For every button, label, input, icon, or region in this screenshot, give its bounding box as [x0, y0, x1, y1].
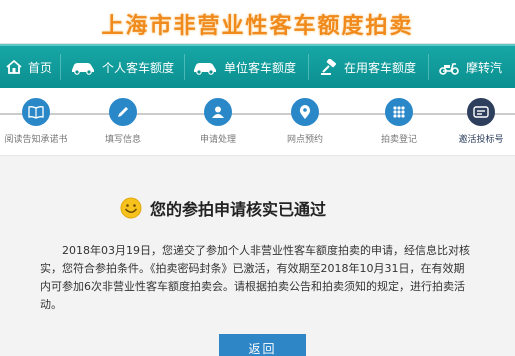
progress-steps: 阅读告知承诺书 填写信息 申请处理 网点预约 拍卖登记 邀活投标号 [0, 88, 515, 156]
pencil-icon [118, 107, 128, 117]
site-header: 上海市非营业性客车额度拍卖 [0, 0, 515, 44]
nav-label: 个人客车额度 [102, 60, 175, 75]
nav-item-company-quota[interactable]: 单位客车额度 [192, 46, 296, 88]
nav-label: 摩转汽 [466, 60, 503, 75]
car-icon [194, 63, 216, 75]
nav-item-home[interactable]: 首页 [6, 46, 52, 88]
step-read-notice: 阅读告知承诺书 [1, 98, 71, 145]
step-label: 阅读告知承诺书 [4, 135, 68, 145]
step-apply-process: 申请处理 [183, 98, 253, 145]
step-label: 申请处理 [199, 135, 236, 145]
step-label: 网点预约 [286, 135, 323, 145]
scooter-icon [439, 63, 459, 75]
back-button[interactable]: 返回 [219, 334, 306, 356]
car-icon [72, 63, 94, 75]
nav-item-personal-quota[interactable]: 个人客车额度 [70, 46, 174, 88]
step-activate-bid: 邀活投标号 [446, 98, 515, 145]
main-nav: 首页 个人客车额度 单位客车额度 在用客车额度 摩转汽 [0, 44, 515, 88]
step-label: 邀活投标号 [458, 135, 504, 145]
progress-line [0, 113, 515, 115]
step-appointment: 网点预约 [270, 98, 340, 145]
nav-divider [184, 54, 185, 80]
location-pin-icon [299, 104, 311, 119]
nav-label: 首页 [28, 60, 53, 75]
user-icon [212, 106, 224, 118]
result-message: 2018年03月19日，您递交了参加个人非营业性客车额度拍卖的申请，经信息比对核… [40, 244, 470, 311]
step-fill-info: 填写信息 [88, 98, 158, 145]
nav-label: 单位客车额度 [224, 60, 297, 75]
nav-divider [308, 54, 309, 80]
result-header: 您的参拍申请核实已通过 [120, 196, 326, 220]
step-label: 拍卖登记 [380, 135, 417, 145]
bid-card-icon [473, 106, 489, 118]
result-title: 您的参拍申请核实已通过 [150, 200, 327, 219]
result-panel: 您的参拍申请核实已通过 2018年03月19日，您递交了参加个人非营业性客车额度… [0, 156, 515, 356]
home-icon [6, 59, 22, 74]
nav-item-moto-to-car[interactable]: 摩转汽 [438, 46, 502, 88]
gavel-icon [321, 59, 337, 75]
book-icon [28, 106, 44, 119]
nav-divider [428, 54, 429, 80]
step-auction-register: 拍卖登记 [364, 98, 434, 145]
nav-item-inuse-quota[interactable]: 在用客车额度 [320, 46, 416, 88]
step-label: 填写信息 [104, 135, 141, 145]
nav-divider [60, 54, 61, 80]
grid-dots-icon [393, 106, 405, 118]
nav-label: 在用客车额度 [344, 60, 417, 75]
smiley-icon [120, 197, 142, 219]
site-title: 上海市非营业性客车额度拍卖 [101, 14, 414, 39]
